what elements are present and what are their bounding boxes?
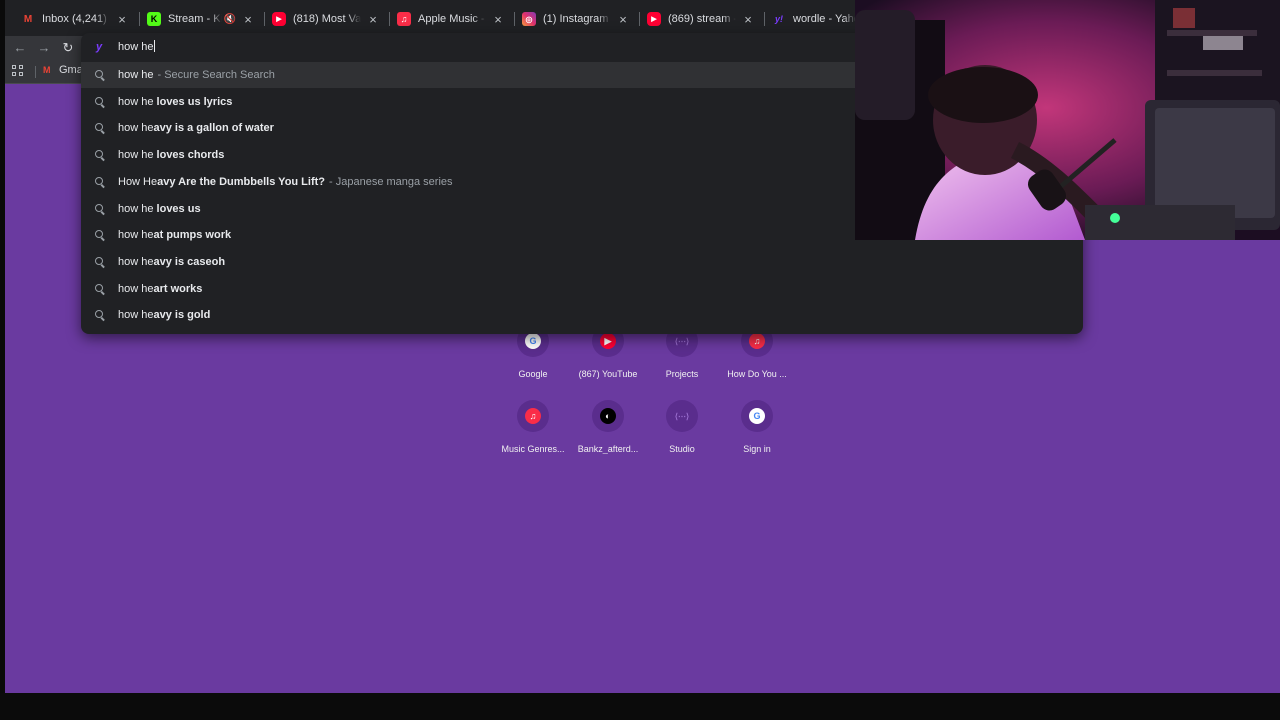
tab-apple-music[interactable]: ♫ Apple Music - Web Pl ×: [389, 6, 514, 32]
instagram-icon: ◎: [522, 12, 536, 26]
tab-title: wordle - Yahoo Sea: [793, 13, 856, 25]
suggestion-completion: art works: [153, 282, 203, 295]
suggestion-completion: loves chords: [153, 149, 225, 162]
close-icon[interactable]: ×: [615, 12, 631, 27]
search-icon: [94, 283, 106, 295]
suggestion-item[interactable]: how he art works: [81, 276, 1083, 302]
suggestion-typed-text: how he: [118, 309, 154, 322]
suggestion-typed-text: how he: [118, 149, 154, 162]
search-icon: [94, 122, 106, 134]
text-caret: [154, 40, 156, 52]
apple-music-icon: ♫: [525, 408, 541, 424]
bookmark-separator: [35, 66, 36, 78]
suggestion-typed-text: how he: [118, 229, 154, 242]
suggestion-description: - Japanese manga series: [329, 175, 453, 188]
suggestion-completion: avy Are the Dumbbells You Lift?: [157, 175, 326, 188]
kick-icon: K: [147, 12, 161, 26]
suggestion-item[interactable]: how he avy is caseoh: [81, 249, 1083, 275]
youtube-icon: ▶: [272, 12, 286, 26]
shortcut-label: Bankz_afterd...: [577, 444, 639, 454]
forward-button[interactable]: →: [35, 40, 53, 56]
youtube-icon: ▶: [647, 12, 661, 26]
suggestion-typed-text: how he: [118, 202, 154, 215]
tab-yahoo[interactable]: y! wordle - Yahoo Sea: [764, 6, 864, 32]
apple-music-icon: ♫: [397, 12, 411, 26]
shortcut-tile[interactable]: ◐ Bankz_afterd...: [568, 400, 648, 454]
yahoo-icon: y: [96, 41, 103, 53]
shortcut-tile[interactable]: ♫ Music Genres...: [493, 400, 573, 454]
shortcut-label: Sign in: [743, 444, 771, 454]
suggestion-completion: avy is caseoh: [153, 255, 226, 268]
shortcut-tile[interactable]: ⟨⋯⟩ Studio: [642, 400, 722, 454]
shortcut-icon-tile: ♫: [517, 400, 549, 432]
tab-youtube-869[interactable]: ▶ (869) stream - YouTub ×: [639, 6, 764, 32]
suggestion-completion: loves us: [153, 202, 201, 215]
tab-kick[interactable]: K Stream - Kick Dash 🔇 ×: [139, 6, 264, 32]
webcam-overlay: [855, 0, 1280, 240]
tab-title: Apple Music - Web Pl: [418, 13, 486, 25]
shortcut-label: Google: [518, 369, 548, 379]
tab-gmail[interactable]: M Inbox (4,241) - ethane ×: [13, 6, 138, 32]
suggestion-description: - Secure Search Search: [157, 69, 275, 81]
close-icon[interactable]: ×: [365, 12, 381, 27]
tab-title: Inbox (4,241) - ethane: [42, 13, 110, 25]
apps-grid-icon[interactable]: [12, 65, 26, 79]
suggestion-typed-text: how he: [118, 69, 154, 81]
suggestion-typed-text: how he: [118, 122, 154, 135]
suggestion-typed-text: How He: [118, 175, 158, 188]
shortcut-icon-tile: ◐: [592, 400, 624, 432]
search-icon: [94, 69, 106, 81]
reload-button[interactable]: ↻: [59, 40, 77, 56]
suggestion-completion: loves us lyrics: [153, 95, 233, 108]
search-icon: [94, 176, 106, 188]
mute-icon[interactable]: 🔇: [224, 14, 236, 25]
suggestion-typed-text: how he: [118, 282, 154, 295]
shortcut-label: Music Genres...: [501, 444, 565, 454]
shortcut-label: (867) YouTube: [578, 369, 638, 379]
suggestion-typed-text: how he: [118, 255, 154, 268]
screen-bottom-bar: [0, 693, 1280, 720]
webcam-image: [855, 0, 1280, 240]
suggestion-typed-text: how he: [118, 95, 154, 108]
youtube-icon: ▶: [600, 333, 616, 349]
gmail-icon: M: [23, 13, 33, 25]
tab-title: (1) Instagram: [543, 13, 609, 25]
gmail-icon: M: [43, 65, 51, 75]
back-button[interactable]: ←: [11, 40, 29, 56]
tab-title: (818) Most Valuable D: [293, 13, 361, 25]
shortcut-icon-tile: ⟨⋯⟩: [666, 400, 698, 432]
studio-icon: ⟨⋯⟩: [674, 411, 690, 421]
bankz-icon: ◐: [600, 408, 616, 424]
search-icon: [94, 203, 106, 215]
google-icon: G: [525, 333, 541, 349]
search-icon: [94, 229, 106, 241]
projects-icon: ⟨⋯⟩: [674, 336, 690, 346]
close-icon[interactable]: ×: [240, 12, 256, 27]
search-icon: [94, 256, 106, 268]
apple-music-icon: ♫: [749, 333, 765, 349]
tab-title: Stream - Kick Dash: [168, 13, 222, 25]
search-icon: [94, 149, 106, 161]
google-icon: G: [749, 408, 765, 424]
close-icon[interactable]: ×: [740, 12, 756, 27]
shortcut-label: Projects: [665, 369, 699, 379]
close-icon[interactable]: ×: [490, 12, 506, 27]
shortcut-label: How Do You ...: [727, 369, 787, 379]
suggestion-completion: avy is a gallon of water: [153, 122, 274, 135]
suggestion-item[interactable]: how he avy is gold: [81, 302, 1083, 328]
search-icon: [94, 309, 106, 321]
shortcut-tile[interactable]: G Sign in: [717, 400, 797, 454]
yahoo-icon: y!: [774, 14, 783, 24]
address-input[interactable]: how he: [118, 38, 156, 56]
close-icon[interactable]: ×: [114, 12, 130, 27]
tab-youtube-818[interactable]: ▶ (818) Most Valuable D ×: [264, 6, 389, 32]
shortcut-icon-tile: G: [741, 400, 773, 432]
shortcut-label: Studio: [669, 444, 695, 454]
tab-title: (869) stream - YouTub: [668, 13, 736, 25]
query-text: how he: [118, 41, 154, 53]
suggestion-completion: avy is gold: [153, 309, 211, 322]
search-icon: [94, 96, 106, 108]
tab-instagram[interactable]: ◎ (1) Instagram ×: [514, 6, 639, 32]
suggestion-completion: at pumps work: [153, 229, 232, 242]
